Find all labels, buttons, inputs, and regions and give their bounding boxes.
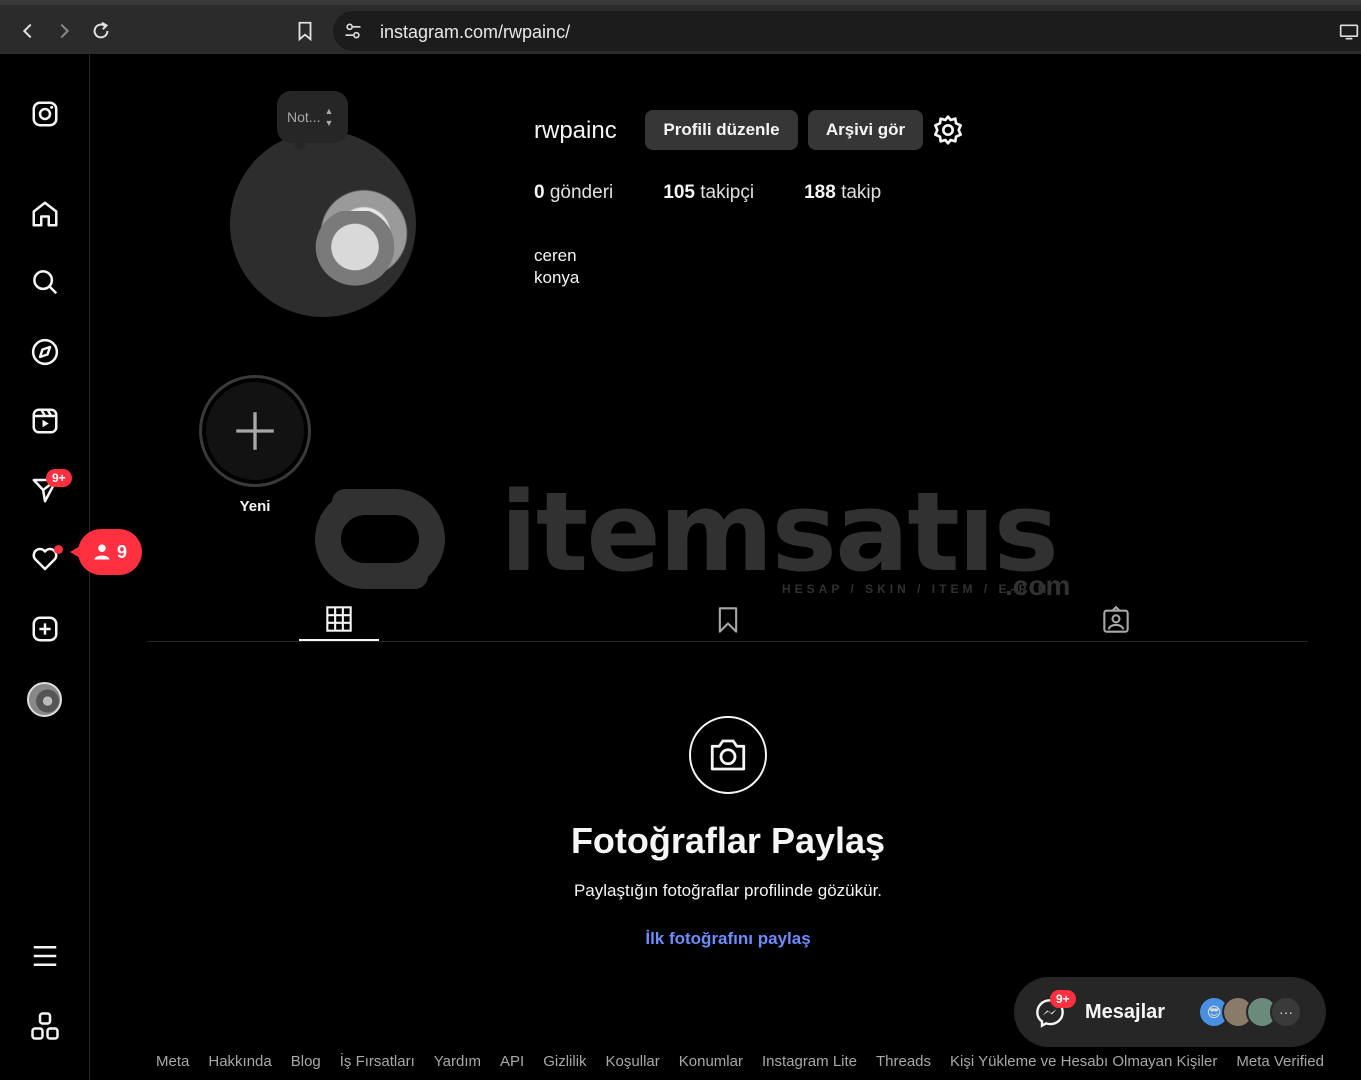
footer-link[interactable]: Konumlar [679,1053,743,1070]
footer-link[interactable]: Kişi Yükleme ve Hesabı Olmayan Kişiler [950,1053,1217,1070]
bookmark-icon [298,21,312,42]
followers-label: takipçi [700,182,755,203]
footer-links: Meta Hakkında Blog İş Fırsatları Yardım … [156,1053,1324,1070]
footer-link[interactable]: API [500,1053,524,1070]
browser-toolbar: instagram.com/rwpainc/ [0,0,1361,54]
camera-circle [689,716,767,794]
grid-icon [326,605,352,632]
user-icon [94,544,110,560]
watermark-logo-icon [315,489,445,589]
tab-posts[interactable] [299,598,379,641]
sidebar-item-more[interactable] [28,939,62,973]
cast-icon[interactable] [1339,23,1359,41]
instagram-icon [32,101,58,127]
footer-link[interactable]: Instagram Lite [762,1053,857,1070]
footer-link[interactable]: Hakkında [208,1053,271,1070]
footer-link[interactable]: Blog [291,1053,321,1070]
watermark: itemsatıs HESAP / SKIN / ITEM / E-PIN .c… [285,468,1085,606]
messages-pill[interactable]: 9+ Mesajlar 😎 ··· [1014,977,1326,1047]
highlight-inner [206,382,304,480]
tab-saved[interactable] [688,598,768,641]
sidebar-item-search[interactable] [28,265,62,299]
footer-link[interactable]: Koşullar [606,1053,660,1070]
url-text[interactable]: instagram.com/rwpainc/ [380,22,570,43]
notification-tooltip[interactable]: 9 [70,529,142,575]
sidebar-item-profile-avatar[interactable] [27,682,62,717]
messages-pill-badge: 9+ [1050,990,1076,1008]
apps-icon [31,1012,59,1040]
plus-square-icon [32,616,58,642]
reload-icon [93,21,109,39]
plus-icon [236,412,274,450]
note-bubble[interactable]: Not... ▲ ▼ [277,91,348,150]
tab-tagged[interactable] [1076,598,1156,641]
footer-link[interactable]: Meta [156,1053,189,1070]
profile-avatar[interactable] [230,131,416,317]
following-count: 188 [804,182,836,203]
sidebar-item-home[interactable] [28,197,62,231]
sidebar: 9+ [0,54,90,1080]
empty-state-title: Fotoğraflar Paylaş [570,820,886,861]
followers-stat[interactable]: 105 takipçi [663,182,754,204]
messages-avatars: 😎 ··· [1198,996,1302,1028]
sidebar-item-explore[interactable] [28,335,62,369]
new-highlight-button[interactable] [199,375,311,487]
notification-count: 9 [116,541,127,562]
tabs-divider [147,641,1308,642]
chevron-left-icon [22,23,32,39]
note-label: Not... [287,109,321,125]
instagram-logo-link[interactable] [28,97,62,131]
more-icon: ··· [1270,996,1302,1028]
bookmark-button[interactable] [291,17,319,45]
following-stat[interactable]: 188 takip [804,182,881,204]
address-bar[interactable]: instagram.com/rwpainc/ [333,11,1361,51]
profile-stats: 0 gönderi 105 takipçi 188 takip [534,182,881,204]
bookmark-icon [718,606,738,633]
following-label: takip [841,182,882,203]
menu-icon [33,946,57,966]
site-settings-icon[interactable] [343,21,363,41]
footer-link[interactable]: İş Fırsatları [340,1053,415,1070]
camera-icon [710,739,746,771]
sidebar-item-also-from-meta[interactable] [28,1009,62,1043]
sidebar-item-reels[interactable] [28,404,62,438]
posts-stat: 0 gönderi [534,182,613,204]
profile-bio: ceren konya [534,245,579,289]
back-button[interactable] [14,17,42,45]
tagged-user-icon [1103,605,1129,633]
footer-link[interactable]: Gizlilik [543,1053,586,1070]
forward-button[interactable] [50,17,78,45]
footer-link[interactable]: Threads [876,1053,931,1070]
view-archive-button[interactable]: Arşivi gör [808,110,923,150]
reels-icon [32,408,58,434]
edit-profile-button[interactable]: Profili düzenle [645,110,798,150]
footer-link[interactable]: Meta Verified [1236,1053,1324,1070]
share-first-photo-link[interactable]: İlk fotoğrafını paylaş [400,929,1056,949]
sidebar-item-create[interactable] [28,612,62,646]
note-scroll-arrows: ▲ ▼ [324,106,334,128]
watermark-brand: itemsatıs [500,468,1059,596]
posts-count: 0 [534,182,545,203]
footer-link[interactable]: Yardım [434,1053,481,1070]
messages-badge: 9+ [46,469,72,487]
bio-name: ceren [534,246,577,265]
bio-location: konya [534,268,580,287]
followers-count: 105 [663,182,695,203]
gear-icon[interactable] [932,114,964,146]
posts-label: gönderi [549,182,614,203]
messages-label: Mesajlar [1085,1001,1166,1023]
compass-icon [31,338,59,366]
watermark-suffix: .com [1005,570,1071,601]
sidebar-item-notifications[interactable] [28,542,63,576]
empty-state-subtitle: Paylaştığın fotoğraflar profilinde gözük… [573,881,883,900]
notification-dot [54,545,63,554]
profile-username: rwpainc [534,117,617,144]
search-icon [33,270,58,295]
home-icon [32,201,58,227]
reload-button[interactable] [87,17,115,45]
sidebar-item-messages[interactable]: 9+ [28,469,72,507]
chevron-right-icon [60,23,70,39]
